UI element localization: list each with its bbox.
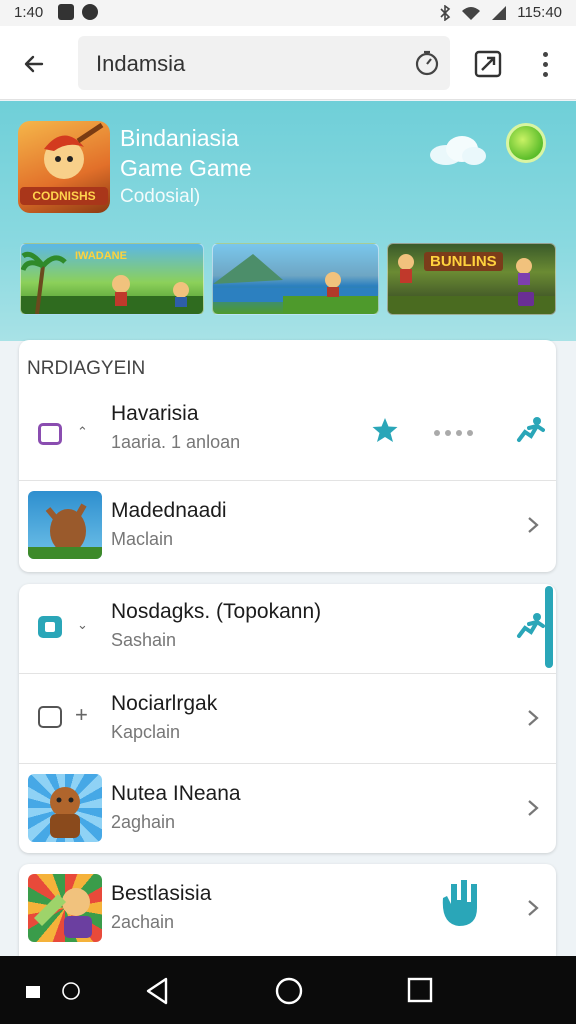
- list-item-title: Havarisia: [111, 402, 199, 425]
- app-bar: Indamsia: [0, 26, 576, 100]
- scroll-indicator[interactable]: [545, 586, 553, 668]
- list-item-thumbnail: [28, 491, 102, 559]
- list-item-title: Nosdagks. (Topokann): [111, 600, 322, 623]
- app-small-icon: [38, 423, 62, 445]
- list-item-subtitle: 1aaria. 1 anloan: [111, 432, 241, 452]
- app-header: CODNISHS Bindaniasia Game Game Codosial)…: [0, 101, 576, 341]
- briefcase-icon: [38, 706, 62, 728]
- list-item-subtitle: Maclain: [111, 529, 174, 549]
- screenshot-3[interactable]: BUNLINS: [387, 243, 556, 315]
- palm-tree-icon: [21, 251, 189, 314]
- back-button[interactable]: [14, 44, 54, 84]
- caret-icon: ⌃: [77, 424, 88, 439]
- list-item[interactable]: Madednaadi Maclain: [19, 480, 556, 570]
- list-item-thumbnail: [28, 774, 102, 842]
- list-item-title: Nociarlrgak: [111, 692, 218, 715]
- list-item[interactable]: Bestlasisia 2achain: [19, 864, 556, 954]
- app-title-line2: Game Game: [120, 155, 252, 181]
- list-item-subtitle: Sashain: [111, 630, 177, 650]
- arrow-left-icon: [24, 55, 44, 73]
- list-item[interactable]: ⌄ Nosdagks. (Topokann) Sashain: [19, 584, 556, 674]
- section-heading: NRDIAGYEIN: [27, 358, 146, 379]
- list-card-2: ⌄ Nosdagks. (Topokann) Sashain + Nociarl…: [19, 584, 556, 853]
- notification-icon: [58, 4, 74, 20]
- list-item[interactable]: Nutea INeana 2aghain: [19, 763, 556, 853]
- list-item[interactable]: ⌃ Havarisia 1aaria. 1 anloan: [19, 388, 556, 478]
- caret-icon: ⌄: [77, 617, 88, 632]
- search-field[interactable]: Indamsia: [78, 36, 450, 90]
- app-subtitle: Codosial): [120, 186, 201, 207]
- character-illustration: [34, 888, 92, 938]
- more-dots-icon[interactable]: [433, 428, 473, 438]
- landscape-illustration: [213, 254, 378, 314]
- screenshot-1[interactable]: IWADANE: [20, 243, 204, 315]
- wifi-icon: [462, 6, 481, 20]
- star-icon[interactable]: [371, 416, 399, 444]
- chevron-right-icon: [528, 517, 539, 533]
- search-query: Indamsia: [96, 51, 186, 76]
- chevron-right-icon: [528, 710, 539, 726]
- app-title-line1: Bindaniasia: [120, 125, 239, 151]
- list-card-3: Bestlasisia 2achain: [19, 864, 556, 956]
- notification-icon-2: [82, 4, 98, 20]
- system-nav-bar: [0, 956, 576, 1024]
- status-time: 1:40: [14, 4, 44, 21]
- app-icon-badge: CODNISHS: [20, 187, 108, 205]
- list-item-subtitle: 2aghain: [111, 812, 176, 832]
- assistant-icon[interactable]: [60, 980, 82, 1002]
- status-bar: 1:40 115:40: [0, 0, 576, 26]
- home-nav-icon[interactable]: [274, 976, 304, 1006]
- run-icon[interactable]: [515, 612, 545, 640]
- app-icon[interactable]: CODNISHS: [18, 121, 110, 213]
- characters-illustration: [398, 254, 534, 306]
- plus-icon[interactable]: +: [75, 702, 88, 728]
- chevron-right-icon: [528, 900, 539, 916]
- globe-icon[interactable]: [506, 123, 546, 163]
- list-item-subtitle: 2achain: [111, 912, 175, 932]
- cloud-icon: [430, 136, 486, 165]
- overflow-menu-button[interactable]: [530, 46, 560, 82]
- list-item[interactable]: + Nociarlrgak Kapclain: [19, 673, 556, 763]
- list-item-subtitle: Kapclain: [111, 722, 181, 742]
- back-nav-icon[interactable]: [144, 976, 172, 1006]
- overview-nav-icon[interactable]: [406, 976, 434, 1004]
- app-small-icon: [38, 616, 62, 638]
- kangaroo-illustration: [28, 503, 102, 559]
- character-illustration: [50, 787, 80, 838]
- list-item-thumbnail: [28, 874, 102, 942]
- chevron-right-icon: [528, 800, 539, 816]
- signal-icon: [492, 5, 507, 20]
- list-item-title: Madednaadi: [111, 499, 227, 522]
- run-icon[interactable]: [515, 416, 545, 444]
- timer-icon[interactable]: [414, 50, 440, 76]
- list-card-1: NRDIAGYEIN ⌃ Havarisia 1aaria. 1 anloan …: [19, 340, 556, 572]
- screenshot-2[interactable]: [212, 243, 379, 315]
- list-item-title: Nutea INeana: [111, 782, 241, 805]
- recents-small-icon[interactable]: [24, 982, 42, 1000]
- list-item-title: Bestlasisia: [111, 882, 212, 905]
- share-button[interactable]: [470, 46, 506, 82]
- status-right-text: 115:40: [517, 4, 562, 21]
- bluetooth-icon: [440, 4, 451, 21]
- hand-icon[interactable]: [437, 878, 481, 928]
